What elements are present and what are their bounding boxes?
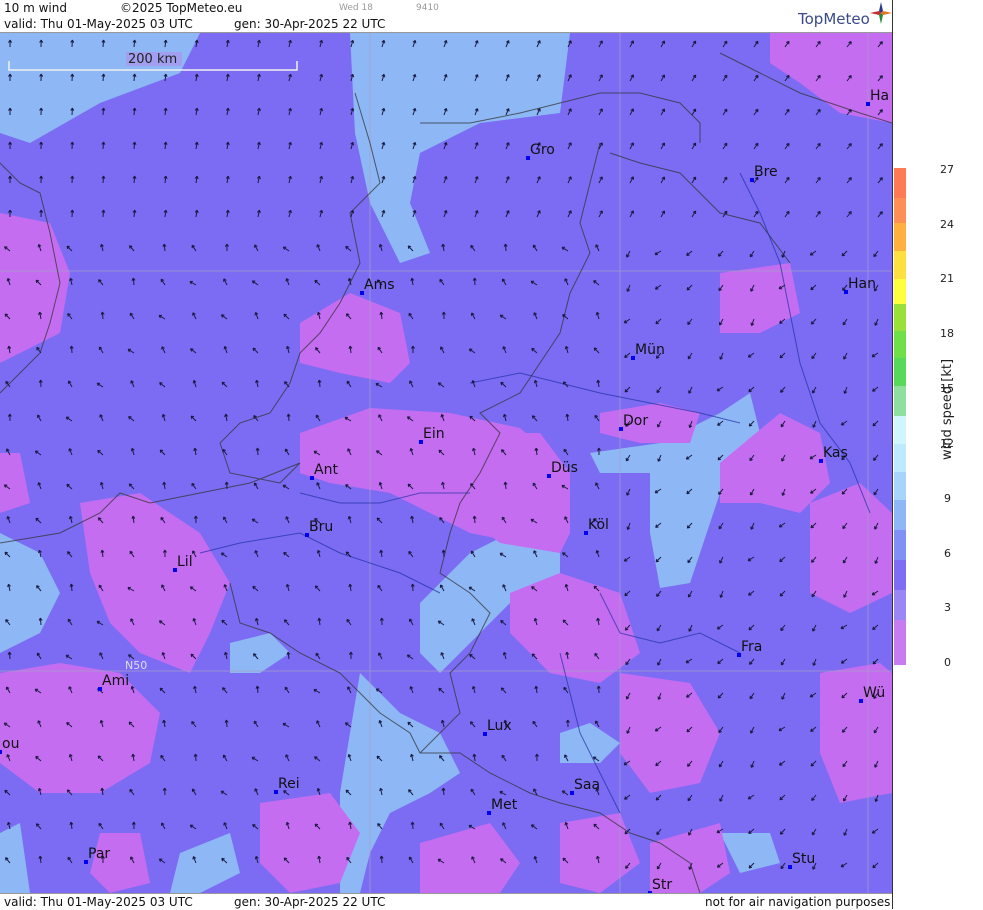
legend-tick: 18 bbox=[940, 327, 954, 340]
scale-bar-label: 200 km bbox=[128, 52, 178, 67]
city-label: Ams bbox=[364, 277, 395, 293]
city-label: Par bbox=[88, 846, 111, 862]
city-label: Ami bbox=[102, 673, 130, 689]
city-label: Düs bbox=[551, 460, 578, 476]
city-label: Ant bbox=[314, 462, 338, 478]
legend-tick: 24 bbox=[940, 218, 954, 231]
header-line-2: valid: Thu 01-May-2025 03 UTC gen: 30-Ap… bbox=[0, 16, 892, 33]
legend-tick: 3 bbox=[944, 601, 951, 614]
city-label: Stu bbox=[792, 851, 816, 867]
footer-line: valid: Thu 01-May-2025 03 UTC gen: 30-Ap… bbox=[0, 893, 892, 910]
color-legend: 27 24 21 18 15 12 9 6 3 0 bbox=[892, 0, 983, 909]
copyright-label: ©2025 TopMeteo.eu bbox=[120, 1, 243, 15]
footer-valid-time: valid: Thu 01-May-2025 03 UTC bbox=[4, 895, 193, 909]
city-label: Bru bbox=[309, 519, 334, 535]
valid-time: valid: Thu 01-May-2025 03 UTC bbox=[4, 17, 193, 31]
city-label: ou bbox=[2, 736, 20, 752]
city-label: Ein bbox=[423, 426, 445, 442]
header-line-1: 10 m wind ©2025 TopMeteo.eu Wed 18 9410 bbox=[0, 0, 892, 16]
city-label: Lux bbox=[487, 718, 512, 734]
product-label: 10 m wind bbox=[4, 1, 67, 15]
city-label: Bre bbox=[754, 164, 778, 180]
city-label: Ha bbox=[870, 88, 890, 104]
brand-logo: TopMeteo bbox=[798, 2, 892, 28]
city-label: Gro bbox=[530, 142, 555, 158]
city-label: Mün bbox=[635, 342, 665, 358]
city-label: Str bbox=[652, 877, 673, 893]
city-label: Kas bbox=[823, 445, 848, 461]
generated-time: gen: 30-Apr-2025 22 UTC bbox=[234, 17, 386, 31]
city-label: Saa bbox=[574, 777, 601, 793]
latitude-label: N50 bbox=[125, 659, 148, 672]
brand-name: TopMeteo bbox=[798, 10, 870, 28]
city-label: Dor bbox=[623, 413, 649, 429]
legend-tick: 0 bbox=[944, 656, 951, 669]
city-label: Rei bbox=[278, 776, 300, 792]
disclaimer: not for air navigation purposes bbox=[705, 895, 891, 909]
legend-tick: 6 bbox=[944, 547, 951, 560]
city-label: Han bbox=[848, 276, 876, 292]
city-label: Lil bbox=[177, 554, 193, 570]
legend-tick: 27 bbox=[940, 163, 954, 176]
faint-label-2: 9410 bbox=[416, 3, 439, 13]
faint-label-1: Wed 18 bbox=[339, 3, 373, 13]
legend-colorbar bbox=[894, 168, 906, 665]
wind-map[interactable] bbox=[0, 33, 892, 893]
footer-generated-time: gen: 30-Apr-2025 22 UTC bbox=[234, 895, 386, 909]
city-label: Köl bbox=[588, 517, 609, 533]
city-label: Wü bbox=[863, 685, 886, 701]
legend-tick: 9 bbox=[944, 492, 951, 505]
legend-title: wind speed [kt] bbox=[940, 358, 955, 460]
compass-icon bbox=[870, 2, 892, 24]
legend-tick: 21 bbox=[940, 272, 954, 285]
city-label: Met bbox=[491, 797, 518, 813]
city-label: Fra bbox=[741, 639, 763, 655]
